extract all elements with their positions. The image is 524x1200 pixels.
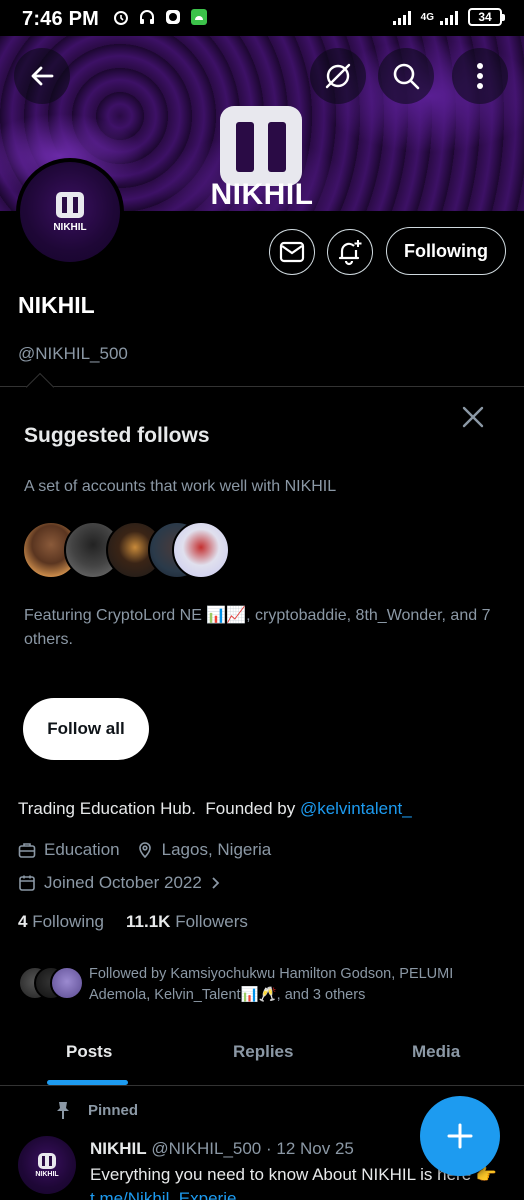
plus-icon — [447, 1123, 473, 1149]
compose-button[interactable] — [420, 1096, 500, 1176]
more-options-button[interactable] — [452, 48, 508, 104]
tab-media[interactable]: Media — [412, 1042, 460, 1062]
avatar-logo — [56, 191, 84, 218]
pin-icon — [57, 1102, 69, 1119]
status-time: 7:46 PM — [22, 8, 99, 30]
status-right-icons: 4G 34 — [392, 8, 505, 26]
followers-label: Followers — [175, 912, 248, 931]
following-count-link[interactable]: 4 Following — [18, 912, 104, 932]
tab-replies[interactable]: Replies — [233, 1042, 293, 1062]
followed-by-text: Followed by Kamsiyochukwu Hamilton Godso… — [89, 966, 454, 1003]
post-author[interactable]: NIKHIL — [90, 1139, 147, 1158]
android-icon — [191, 9, 207, 25]
status-left-icons — [112, 8, 208, 26]
suggestion-caret — [25, 372, 55, 402]
hide-button[interactable] — [310, 48, 366, 104]
profile-name: NIKHIL — [18, 292, 95, 318]
back-button[interactable] — [14, 48, 70, 104]
avatar-text: NIKHIL — [53, 221, 87, 233]
close-icon — [462, 406, 484, 428]
battery-indicator: 34 — [468, 8, 505, 26]
location-pin-icon — [138, 842, 151, 859]
profile-category: Education — [44, 840, 120, 859]
briefcase-icon — [18, 843, 36, 858]
suggested-avatar-5 — [172, 521, 230, 579]
search-button[interactable] — [378, 48, 434, 104]
profile-meta-row: Education Lagos, Nigeria — [18, 840, 271, 860]
status-bar: 7:46 PM 4G 34 — [0, 0, 524, 36]
back-arrow-icon — [31, 66, 54, 86]
signal-icon-2 — [440, 11, 458, 25]
suggested-follows-subtitle: A set of accounts that work well with NI… — [24, 478, 337, 495]
post-header: NIKHIL @NIKHIL_500 · 12 Nov 25 — [90, 1139, 354, 1159]
post-avatar-logo — [38, 1152, 56, 1169]
suggested-avatars[interactable] — [22, 521, 232, 581]
notifications-button[interactable] — [327, 229, 373, 275]
suggested-follows-title: Suggested follows — [24, 424, 210, 447]
profile-bio: Trading Education Hub. Founded by @kelvi… — [18, 799, 412, 819]
profile-tabs: Posts Replies Media — [0, 1030, 524, 1086]
banner-logo — [220, 106, 302, 186]
followers-count: 11.1K — [126, 912, 171, 931]
dismiss-suggestions-button[interactable] — [458, 402, 488, 432]
more-vertical-icon — [477, 63, 483, 89]
network-type: 4G — [420, 11, 434, 23]
profile-avatar[interactable]: NIKHIL — [16, 158, 124, 266]
signal-icon — [392, 11, 411, 25]
pinned-label-row: Pinned — [54, 1100, 138, 1120]
post-avatar-text: NIKHIL — [35, 1170, 59, 1178]
bell-plus-icon — [338, 240, 362, 266]
bio-mention-link[interactable]: @kelvintalent_ — [300, 799, 412, 818]
suggested-featuring-text: Featuring CryptoLord NE 📊📈, cryptobaddie… — [24, 607, 491, 648]
profile-counts: 4 Following 11.1K Followers — [18, 912, 248, 932]
follow-all-button[interactable]: Follow all — [23, 698, 149, 760]
profile-handle: @NIKHIL_500 — [18, 344, 128, 363]
post-handle-date: @NIKHIL_500 · 12 Nov 25 — [146, 1139, 354, 1158]
hide-icon — [325, 63, 351, 89]
divider — [0, 386, 524, 387]
active-tab-indicator — [47, 1080, 128, 1085]
profile-location: Lagos, Nigeria — [161, 840, 272, 859]
mail-icon — [279, 241, 305, 263]
following-button[interactable]: Following — [386, 227, 506, 275]
profile-joined: Joined October 2022 — [44, 873, 202, 892]
post-link[interactable]: t.me/Nikhil_Experie... — [90, 1189, 251, 1200]
alarm-icon — [114, 11, 128, 25]
search-icon — [393, 63, 420, 90]
calendar-icon — [19, 875, 35, 891]
profile-joined-row[interactable]: Joined October 2022 — [18, 873, 222, 893]
avatar-image: NIKHIL — [20, 162, 120, 262]
app-notification-icon — [166, 10, 180, 24]
pinned-label: Pinned — [88, 1101, 139, 1119]
bio-text: Trading Education Hub. Founded by — [18, 799, 300, 818]
post-avatar[interactable]: NIKHIL — [18, 1136, 76, 1194]
following-count: 4 — [18, 912, 28, 931]
message-button[interactable] — [269, 229, 315, 275]
following-label: Following — [32, 912, 105, 931]
followers-count-link[interactable]: 11.1K Followers — [126, 912, 248, 932]
chevron-right-icon — [212, 877, 220, 889]
tab-posts[interactable]: Posts — [66, 1042, 112, 1062]
followed-by-avatar-3 — [50, 966, 84, 1000]
headphones-icon — [140, 10, 154, 24]
